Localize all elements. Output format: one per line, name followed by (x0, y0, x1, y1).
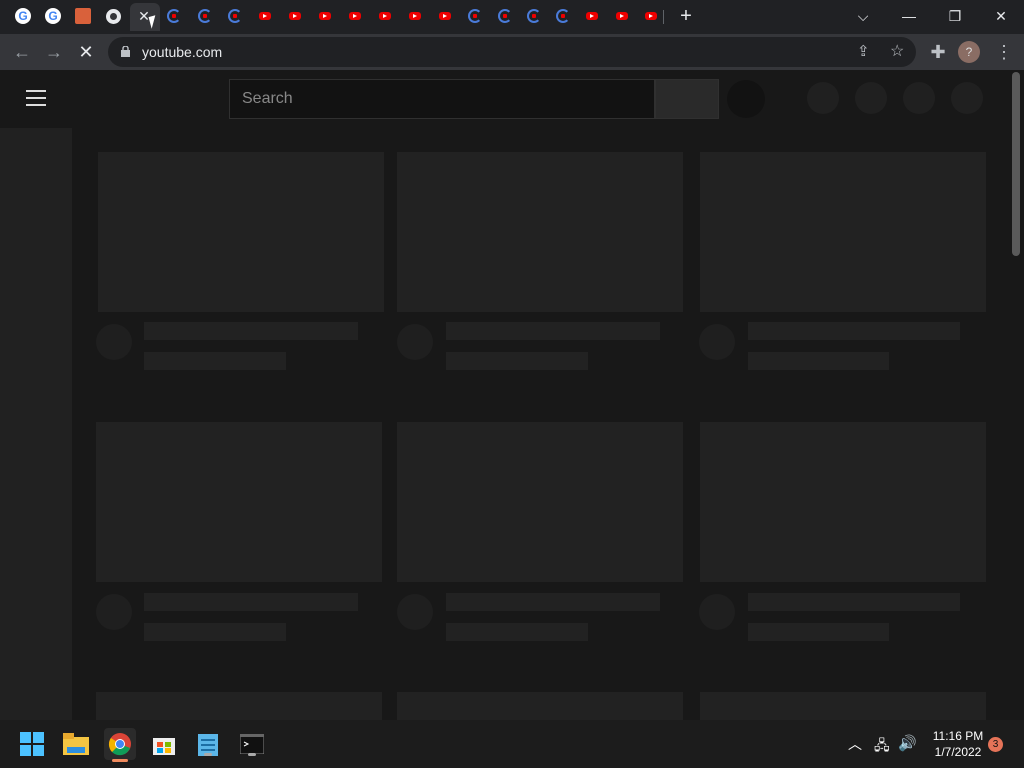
youtube-loading-tab-icon[interactable] (554, 7, 572, 25)
title-line-placeholder (144, 322, 358, 340)
video-thumbnail-placeholder (700, 422, 986, 582)
hamburger-menu-icon[interactable] (26, 90, 46, 106)
youtube-tab-icon[interactable] (346, 7, 364, 25)
browser-toolbar: ← → ✕ youtube.com ⇪ ☆ ✚ ? ⋮ (0, 34, 1024, 70)
google-tab-icon[interactable]: G (14, 7, 32, 25)
meta-line-placeholder (748, 623, 889, 641)
voice-search-placeholder (727, 80, 765, 118)
youtube-tab-icon[interactable] (406, 7, 424, 25)
header-icon-placeholder (951, 82, 983, 114)
microsoft-store-icon[interactable] (148, 728, 180, 760)
title-line-placeholder (446, 593, 660, 611)
video-thumbnail-placeholder (397, 422, 683, 582)
youtube-loading-tab-icon[interactable] (165, 7, 183, 25)
restore-button[interactable]: ❐ (932, 0, 978, 32)
channel-avatar-placeholder (397, 324, 433, 360)
youtube-loading-tab-icon[interactable] (466, 7, 484, 25)
meta-line-placeholder (446, 623, 588, 641)
search-button[interactable] (655, 79, 719, 119)
video-thumbnail-placeholder (96, 692, 382, 720)
video-thumbnail-placeholder (700, 152, 986, 312)
bookmark-star-icon[interactable]: ☆ (890, 41, 904, 61)
back-button[interactable]: ← (8, 38, 36, 66)
open-app-indicator (248, 753, 256, 756)
youtube-tab-icon[interactable] (436, 7, 454, 25)
new-tab-button[interactable]: + (677, 5, 695, 27)
menu-kebab-icon[interactable]: ⋮ (990, 38, 1018, 66)
meta-line-placeholder (144, 623, 286, 641)
chrome-taskbar-icon[interactable] (104, 728, 136, 762)
page-scrollbar[interactable] (1012, 72, 1020, 256)
youtube-loading-tab-icon[interactable] (496, 7, 514, 25)
extensions-icon[interactable]: ✚ (924, 38, 952, 66)
channel-avatar-placeholder (397, 594, 433, 630)
windows-taskbar: ︿ 🖧 🔊 11:16 PM 1/7/2022 3 (0, 720, 1024, 768)
youtube-page: Search (0, 70, 1024, 720)
video-thumbnail-placeholder (397, 692, 683, 720)
address-bar[interactable]: youtube.com ⇪ ☆ (108, 37, 916, 67)
chrome-tab-icon[interactable] (104, 7, 122, 25)
active-app-indicator (112, 759, 128, 762)
forward-button[interactable]: → (40, 38, 68, 66)
header-icon-placeholder (855, 82, 887, 114)
video-thumbnail-placeholder (397, 152, 683, 312)
meta-line-placeholder (144, 352, 286, 370)
youtube-tab-icon[interactable] (376, 7, 394, 25)
volume-icon[interactable]: 🔊 (898, 734, 917, 752)
windows-start-icon[interactable] (16, 728, 48, 760)
minimize-button[interactable]: — (886, 0, 932, 32)
stop-loading-button[interactable]: ✕ (72, 38, 100, 66)
header-icon-placeholder (903, 82, 935, 114)
file-explorer-icon[interactable] (60, 728, 92, 760)
google-tab-icon[interactable]: G (44, 7, 62, 25)
notepad-icon[interactable] (192, 728, 224, 760)
title-line-placeholder (446, 322, 660, 340)
title-line-placeholder (748, 322, 960, 340)
tab-separator (663, 10, 664, 24)
title-line-placeholder (748, 593, 960, 611)
url-text: youtube.com (142, 44, 223, 60)
title-line-placeholder (144, 593, 358, 611)
video-thumbnail-placeholder (700, 692, 986, 720)
channel-avatar-placeholder (96, 594, 132, 630)
meta-line-placeholder (748, 352, 889, 370)
clock-time[interactable]: 11:16 PM (928, 729, 988, 743)
youtube-tab-icon[interactable] (316, 7, 334, 25)
close-window-button[interactable]: ✕ (978, 0, 1024, 32)
clock-date[interactable]: 1/7/2022 (928, 745, 988, 759)
video-thumbnail-placeholder (98, 152, 384, 312)
youtube-tab-icon[interactable] (583, 7, 601, 25)
youtube-tab-icon[interactable] (286, 7, 304, 25)
youtube-loading-tab-icon[interactable] (525, 7, 543, 25)
network-icon[interactable]: 🖧 (874, 735, 890, 759)
app-tab-icon[interactable] (74, 7, 92, 25)
channel-avatar-placeholder (699, 594, 735, 630)
youtube-tab-icon[interactable] (256, 7, 274, 25)
youtube-loading-tab-icon[interactable] (226, 7, 244, 25)
video-thumbnail-placeholder (96, 422, 382, 582)
youtube-tab-icon[interactable] (642, 7, 660, 25)
youtube-tab-icon[interactable] (613, 7, 631, 25)
header-icon-placeholder (807, 82, 839, 114)
search-input[interactable]: Search (229, 79, 655, 119)
tab-search-icon[interactable]: ⌵ (840, 0, 886, 32)
lock-icon (121, 46, 130, 57)
show-hidden-icons-chevron[interactable]: ︿ (848, 734, 862, 754)
channel-avatar-placeholder (96, 324, 132, 360)
share-icon[interactable]: ⇪ (857, 42, 870, 60)
tab-strip: G G ✕ + ⌵ — ❐ ✕ (0, 0, 1024, 34)
notification-badge[interactable]: 3 (988, 737, 1003, 752)
channel-avatar-placeholder (699, 324, 735, 360)
terminal-icon[interactable] (236, 728, 268, 760)
meta-line-placeholder (446, 352, 588, 370)
sidebar-placeholder (0, 128, 72, 720)
youtube-loading-tab-icon[interactable] (196, 7, 214, 25)
profile-avatar[interactable]: ? (958, 41, 980, 63)
open-app-indicator (204, 753, 212, 756)
